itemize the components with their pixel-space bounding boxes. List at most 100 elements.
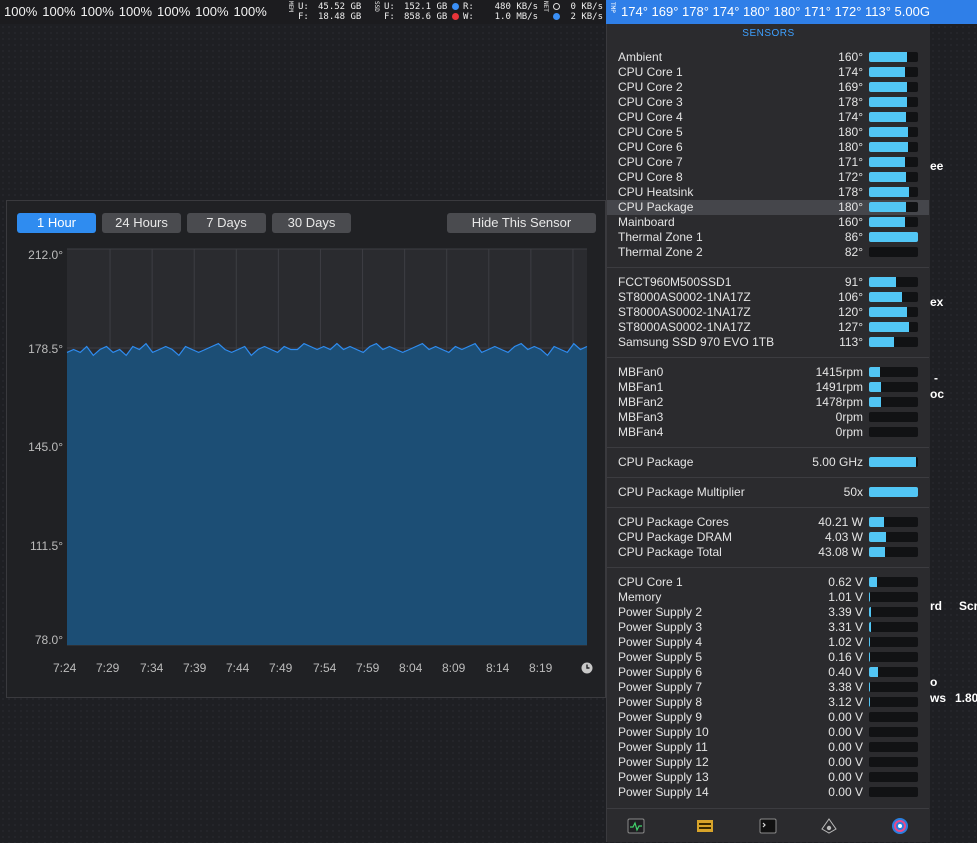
sensor-row[interactable]: CPU Package Total 43.08 W [607, 545, 929, 560]
sensor-row[interactable]: CPU Package DRAM 4.03 W [607, 530, 929, 545]
temperature-readout[interactable]: TMP 174° 169° 178° 174° 180° 180° 171° 1… [606, 0, 977, 24]
desktop-label[interactable]: ws [930, 691, 946, 705]
x-tick-label: 8:19 [529, 661, 553, 675]
sensor-label: Power Supply 5 [618, 650, 703, 664]
sensor-level-bar [869, 772, 918, 782]
ssd-tag: SSD [373, 1, 380, 12]
sensor-row[interactable]: Power Supply 6 0.40 V [607, 665, 929, 680]
sensor-row[interactable]: Power Supply 3 3.31 V [607, 620, 929, 635]
sensor-row[interactable]: ST8000AS0002-1NA17Z 127° [607, 320, 929, 335]
sensor-value: 1.01 V [828, 590, 863, 604]
sensor-row[interactable]: Mainboard 160° [607, 215, 929, 230]
sensor-row[interactable]: CPU Core 4 174° [607, 110, 929, 125]
sensor-level-bar [869, 682, 918, 692]
sensor-row[interactable]: Thermal Zone 2 82° [607, 245, 929, 260]
disk-utility-icon[interactable] [820, 817, 838, 835]
x-tick-label: 7:24 [53, 661, 77, 675]
sensor-row[interactable]: MBFan3 0rpm [607, 410, 929, 425]
sensor-level-fill [869, 67, 906, 77]
sensor-row[interactable]: Power Supply 5 0.16 V [607, 650, 929, 665]
sensor-row[interactable]: CPU Package Multiplier 50x [607, 485, 929, 500]
sensor-row[interactable]: MBFan2 1478rpm [607, 395, 929, 410]
desktop-label[interactable]: o [930, 675, 937, 689]
sensor-level-bar [869, 127, 918, 137]
sensor-row[interactable]: CPU Core 8 172° [607, 170, 929, 185]
cpu-usage-readout[interactable]: 100% 100% 100% 100% 100% 100% 100% [4, 0, 272, 24]
sensor-row[interactable]: ST8000AS0002-1NA17Z 106° [607, 290, 929, 305]
section-divider [607, 477, 929, 478]
sensor-row[interactable]: Power Supply 8 3.12 V [607, 695, 929, 710]
sensor-row[interactable]: Memory 1.01 V [607, 590, 929, 605]
sensor-label: CPU Core 7 [618, 155, 683, 169]
sensor-row[interactable]: Power Supply 10 0.00 V [607, 725, 929, 740]
sensor-row[interactable]: MBFan1 1491rpm [607, 380, 929, 395]
sensor-row[interactable]: CPU Core 6 180° [607, 140, 929, 155]
cpu-percent-3: 100% [80, 4, 114, 19]
sensor-row[interactable]: CPU Core 1 174° [607, 65, 929, 80]
sensor-row[interactable]: Power Supply 2 3.39 V [607, 605, 929, 620]
ssd-used-label: U: [384, 2, 395, 12]
sensor-row[interactable]: Power Supply 12 0.00 V [607, 755, 929, 770]
sensor-row[interactable]: Thermal Zone 1 86° [607, 230, 929, 245]
sensor-row[interactable]: Power Supply 9 0.00 V [607, 710, 929, 725]
desktop-label[interactable]: - [934, 371, 938, 385]
sensor-row[interactable]: Power Supply 14 0.00 V [607, 785, 929, 800]
sensor-level-bar [869, 547, 918, 557]
sensor-row[interactable]: Ambient 160° [607, 50, 929, 65]
gpu-monitor-icon[interactable] [696, 817, 714, 835]
sensor-level-fill [869, 112, 907, 122]
sensor-row[interactable]: Samsung SSD 970 EVO 1TB 113° [607, 335, 929, 350]
memory-free: 18.48 GB [318, 12, 362, 22]
desktop-label[interactable]: rd [930, 599, 942, 613]
x-tick-label: 8:09 [442, 661, 466, 675]
sensor-level-fill [869, 337, 895, 347]
sensor-label: CPU Package Cores [618, 515, 729, 529]
desktop-label[interactable]: oc [930, 387, 944, 401]
sensor-row[interactable]: CPU Core 1 0.62 V [607, 575, 929, 590]
sensor-level-bar [869, 727, 918, 737]
sensor-row[interactable]: CPU Core 2 169° [607, 80, 929, 95]
sensor-label: CPU Package [618, 455, 694, 469]
sensor-level-fill [869, 217, 906, 227]
sensor-row[interactable]: Power Supply 4 1.02 V [607, 635, 929, 650]
sensor-row[interactable]: MBFan4 0rpm [607, 425, 929, 440]
sensor-value: 43.08 W [818, 545, 863, 559]
sensor-row[interactable]: FCCT960M500SSD1 91° [607, 275, 929, 290]
sensor-level-bar [869, 787, 918, 797]
sensor-value: 174° [838, 110, 863, 124]
sensor-level-fill [869, 172, 907, 182]
sensor-row[interactable]: CPU Core 3 178° [607, 95, 929, 110]
sensor-row[interactable]: CPU Heatsink 178° [607, 185, 929, 200]
sensor-label: Power Supply 9 [618, 710, 703, 724]
activity-monitor-icon[interactable] [627, 817, 645, 835]
memory-readout[interactable]: MEM U: 45.52 GB F: 18.48 GB [287, 0, 365, 24]
clock-icon[interactable] [581, 662, 593, 674]
sensor-value: 1.02 V [828, 635, 863, 649]
sensor-row[interactable]: ST8000AS0002-1NA17Z 120° [607, 305, 929, 320]
sensor-value: 0.40 V [828, 665, 863, 679]
istat-icon[interactable] [891, 817, 909, 835]
sensor-row[interactable]: CPU Package 5.00 GHz [607, 455, 929, 470]
sensor-value: 1491rpm [815, 380, 863, 394]
sensor-level-fill [869, 607, 871, 617]
sensor-level-fill [869, 382, 881, 392]
sensor-row[interactable]: Power Supply 7 3.38 V [607, 680, 929, 695]
sensor-level-fill [869, 622, 871, 632]
sensor-row[interactable]: Power Supply 13 0.00 V [607, 770, 929, 785]
sensor-row[interactable]: Power Supply 11 0.00 V [607, 740, 929, 755]
sensor-value: 0.00 V [828, 770, 863, 784]
sensor-row[interactable]: CPU Package 180° [607, 200, 929, 215]
disk-readout[interactable]: SSD U: 152.1 GB F: 858.6 GB R: 480 KB/s … [373, 0, 609, 24]
desktop-label[interactable]: Scr [959, 599, 977, 613]
cpu-percent-7: 100% [233, 4, 267, 19]
desktop-label[interactable]: ex [930, 295, 943, 309]
desktop-label[interactable]: ee [930, 159, 943, 173]
sensor-label: Ambient [618, 50, 663, 64]
sensor-row[interactable]: MBFan0 1415rpm [607, 365, 929, 380]
terminal-icon[interactable] [759, 817, 777, 835]
sensor-value: 3.38 V [828, 680, 863, 694]
desktop-label[interactable]: 1.80 [955, 691, 977, 705]
sensor-row[interactable]: CPU Core 5 180° [607, 125, 929, 140]
sensor-row[interactable]: CPU Core 7 171° [607, 155, 929, 170]
sensor-row[interactable]: CPU Package Cores 40.21 W [607, 515, 929, 530]
